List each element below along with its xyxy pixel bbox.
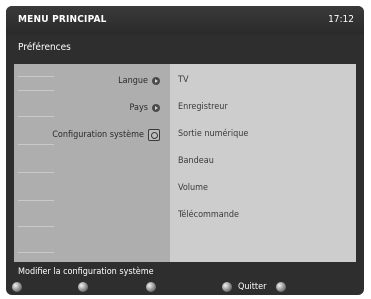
title-bar: MENU PRINCIPAL 17:12 [6,6,364,34]
arrow-icon [152,104,160,112]
decorative-stripes [14,64,58,262]
submenu-item-sortie-numerique[interactable]: Sortie numérique [178,129,248,139]
submenu-item-volume[interactable]: Volume [178,183,208,193]
stripe [18,226,54,227]
quit-label[interactable]: Quitter [238,282,266,292]
blue-key-icon[interactable] [222,282,232,292]
right-menu: TV Enregistreur Sortie numérique Bandeau… [170,64,356,262]
stripe [18,116,54,117]
stripe [18,144,54,145]
stripe [18,76,54,77]
stripe [18,90,54,91]
red-key-icon[interactable] [12,282,22,292]
status-text: Modifier la configuration système [18,267,154,277]
yellow-key-icon[interactable] [146,282,156,292]
menu-item-langue[interactable]: Langue [118,74,160,88]
info-key-icon[interactable] [276,282,286,292]
menu-item-configuration-systeme[interactable]: Configuration système [52,128,160,142]
submenu-item-tv[interactable]: TV [178,75,188,85]
submenu-item-enregistreur[interactable]: Enregistreur [178,102,228,112]
tv-menu-screen: MENU PRINCIPAL 17:12 Préférences Langue … [6,6,364,295]
menu-item-label: Pays [129,103,148,113]
green-key-icon[interactable] [78,282,88,292]
stripe [18,172,54,173]
config-icon [148,129,160,141]
submenu-item-bandeau[interactable]: Bandeau [178,156,214,166]
menu-panel: Langue Pays Configuration système TV Enr… [6,64,364,262]
clock: 17:12 [328,14,354,25]
menu-item-pays[interactable]: Pays [130,101,160,115]
menu-title: MENU PRINCIPAL [18,14,107,25]
submenu-item-telecommande[interactable]: Télécommande [178,210,239,220]
stripe [18,200,54,201]
footer-bar: Quitter [6,279,364,295]
left-menu: Langue Pays Configuration système [14,64,170,262]
menu-item-label: Configuration système [52,130,144,140]
menu-item-label: Langue [118,76,148,86]
section-title: Préférences [18,42,71,53]
arrow-icon [152,77,160,85]
stripe [18,252,54,253]
